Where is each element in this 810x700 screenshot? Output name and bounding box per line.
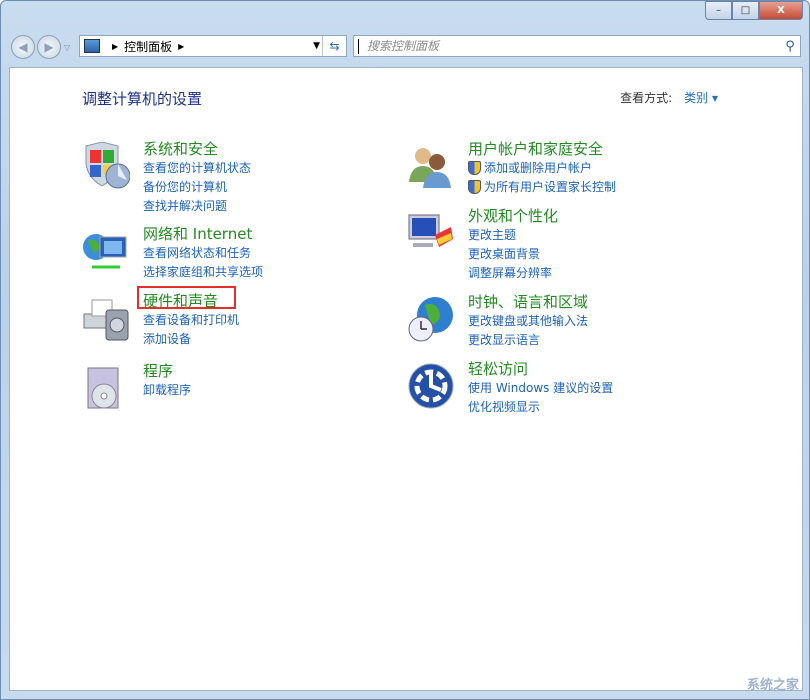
forward-button[interactable]: ▶ [37,35,61,59]
link[interactable]: 为所有用户设置家长控制 [468,177,616,196]
view-by-label: 查看方式: [620,91,673,105]
link[interactable]: 备份您的计算机 [143,177,251,196]
link[interactable]: 更改主题 [468,225,552,244]
globe-clock-icon [408,297,453,342]
breadcrumb-control-panel[interactable]: 控制面板 [124,38,172,55]
link[interactable]: 更改键盘或其他输入法 [468,311,588,330]
category-title-user-accounts[interactable]: 用户帐户和家庭安全 [468,138,603,159]
printer-speaker-icon [83,299,129,341]
watermark-logo: 系统之家 [746,678,799,693]
link[interactable]: 添加或删除用户帐户 [468,158,616,177]
address-dropdown-icon[interactable]: ▼ [313,41,320,51]
users-icon [409,148,451,188]
link[interactable]: 更改桌面背景 [468,244,552,263]
breadcrumb-chevron-icon[interactable]: ▶ [112,42,118,51]
content-area: 调整计算机的设置 查看方式: 类别 ▾ 系统和安全 查看您的计算机状态 备份您的计… [9,67,803,691]
link[interactable]: 查看设备和打印机 [143,310,239,329]
network-globe-icon [83,234,127,269]
close-button[interactable]: X [759,1,803,20]
uac-shield-icon [468,160,481,175]
control-panel-window: – □ X ◀ ▶ ▽ ▶ 控制面板 ▶ ▼ ⇆ ⚲ 调整计算机的设置 查看方式… [0,0,810,700]
link[interactable]: 查看网络状态和任务 [143,243,263,262]
caption-buttons: – □ X [705,1,803,21]
recent-pages-dropdown[interactable]: ▽ [64,43,70,52]
link[interactable]: 使用 Windows 建议的设置 [468,378,613,397]
link[interactable]: 查找并解决问题 [143,196,251,215]
link[interactable]: 优化视频显示 [468,397,613,416]
link[interactable]: 选择家庭组和共享选项 [143,262,263,281]
category-title-network-internet[interactable]: 网络和 Internet [143,223,252,244]
search-icon[interactable]: ⚲ [780,39,800,54]
category-title-clock-language-region[interactable]: 时钟、语言和区域 [468,291,588,312]
search-input[interactable] [358,38,780,54]
ease-of-access-icon [408,363,454,409]
shield-pie-icon [85,142,130,189]
uac-shield-icon [468,179,481,194]
address-bar[interactable]: ▶ 控制面板 ▶ ▼ ⇆ [79,35,347,57]
control-panel-icon [84,39,100,53]
monitor-palette-icon [408,214,453,247]
breadcrumb-chevron-icon[interactable]: ▶ [178,42,184,51]
highlight-box [137,286,236,309]
category-title-system-security[interactable]: 系统和安全 [143,138,218,159]
back-button[interactable]: ◀ [11,35,35,59]
view-by: 查看方式: 类别 ▾ [620,89,718,106]
refresh-icon[interactable]: ⇆ [322,36,346,56]
minimize-button[interactable]: – [705,1,732,20]
category-title-appearance[interactable]: 外观和个性化 [468,205,558,226]
category-title-ease-of-access[interactable]: 轻松访问 [468,358,528,379]
category-title-programs[interactable]: 程序 [143,360,173,381]
link[interactable]: 调整屏幕分辨率 [468,263,552,282]
link[interactable]: 添加设备 [143,329,239,348]
link[interactable]: 卸载程序 [143,380,191,399]
page-title: 调整计算机的设置 [82,90,203,108]
navigation-buttons: ◀ ▶ ▽ [11,35,70,59]
maximize-button[interactable]: □ [732,1,759,20]
view-by-dropdown[interactable]: 类别 ▾ [684,91,718,105]
link[interactable]: 更改显示语言 [468,330,588,349]
search-box[interactable]: ⚲ [353,35,801,57]
programs-disc-icon [87,367,119,409]
link[interactable]: 查看您的计算机状态 [143,158,251,177]
